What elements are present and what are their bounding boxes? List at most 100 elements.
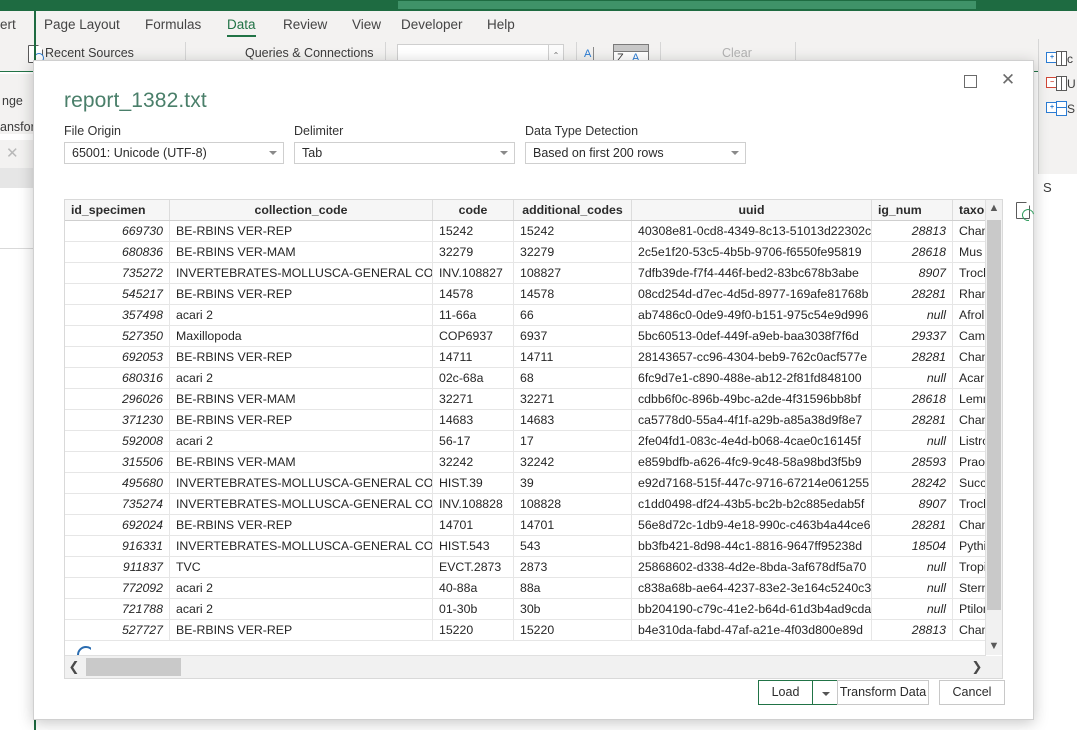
vertical-scroll-thumb[interactable] [987, 220, 1001, 610]
cancel-button[interactable]: Cancel [939, 680, 1005, 705]
chevron-down-icon [822, 692, 830, 696]
scroll-down-icon[interactable]: ▼ [986, 638, 1002, 655]
close-icon[interactable]: ✕ [991, 67, 1025, 93]
cell-ig_num: 28281 [872, 410, 953, 431]
column-header-ig_num[interactable]: ig_num [872, 200, 953, 221]
cell-id_specimen: 527350 [65, 326, 170, 347]
table-row[interactable]: 772092acari 240-88a88ac838a68b-ae64-4237… [65, 578, 1003, 599]
preview-vertical-scrollbar[interactable]: ▲ ▼ [985, 200, 1002, 655]
cell-additional_codes: 32271 [514, 389, 632, 410]
data-preview-grid[interactable]: id_specimencollection_codecodeadditional… [64, 199, 1003, 679]
table-row[interactable]: 315506BE-RBINS VER-MAM3224232242e859bdfb… [65, 452, 1003, 473]
column-header-id_specimen[interactable]: id_specimen [65, 200, 170, 221]
cell-ig_num: 28618 [872, 242, 953, 263]
table-row[interactable]: 680836BE-RBINS VER-MAM32279322792c5e1f20… [65, 242, 1003, 263]
cell-code: 14578 [433, 284, 514, 305]
cell-code: HIST.39 [433, 473, 514, 494]
table-header-row[interactable]: id_specimencollection_codecodeadditional… [65, 200, 1003, 221]
ribbon-tab-strip[interactable]: ert Page Layout Formulas Data Review Vie… [0, 11, 1077, 39]
chevron-down-icon[interactable] [731, 151, 739, 155]
column-header-uuid[interactable]: uuid [632, 200, 872, 221]
preview-horizontal-scrollbar[interactable]: ❮ ❯ [65, 655, 986, 678]
table-row[interactable]: 735272INVERTEBRATES-MOLLUSCA-GENERAL COL… [65, 263, 1003, 284]
cell-uuid: 2c5e1f20-53c5-4b5b-9706-f6550fe95819 [632, 242, 872, 263]
load-button[interactable]: Load [758, 680, 813, 705]
scroll-up-icon[interactable]: ▲ [986, 200, 1002, 217]
chevron-down-icon[interactable] [500, 151, 508, 155]
ribbon-tab-insert[interactable]: ert [0, 11, 22, 39]
cell-additional_codes: 6937 [514, 326, 632, 347]
cell-ig_num: 28618 [872, 389, 953, 410]
table-row[interactable]: 545217BE-RBINS VER-REP145781457808cd254d… [65, 284, 1003, 305]
dialog-title: report_1382.txt [64, 89, 207, 113]
cell-id_specimen: 916331 [65, 536, 170, 557]
column-header-additional_codes[interactable]: additional_codes [514, 200, 632, 221]
cell-id_specimen: 296026 [65, 389, 170, 410]
table-row[interactable]: 692053BE-RBINS VER-REP147111471128143657… [65, 347, 1003, 368]
table-row[interactable]: 721788acari 201-30b30bbb204190-c79c-41e2… [65, 599, 1003, 620]
load-dropdown-button[interactable] [812, 680, 839, 705]
table-row[interactable]: 735274INVERTEBRATES-MOLLUSCA-GENERAL COL… [65, 494, 1003, 515]
maximize-icon[interactable] [954, 68, 988, 94]
ribbon-tab-page-layout[interactable]: Page Layout [38, 11, 126, 39]
table-row[interactable]: 357498acari 211-66a66ab7486c0-0de9-49f0-… [65, 305, 1003, 326]
cell-additional_codes: 14701 [514, 515, 632, 536]
cell-uuid: 6fc9d7e1-c890-488e-ab12-2f81fd848100 [632, 368, 872, 389]
cell-collection_code: INVERTEBRATES-MOLLUSCA-GENERAL COLLECTIO… [170, 263, 433, 284]
horizontal-scroll-thumb[interactable] [86, 658, 181, 676]
table-row[interactable]: 911837TVCEVCT.2873287325868602-d338-4d2e… [65, 557, 1003, 578]
ribbon-tab-formulas[interactable]: Formulas [139, 11, 207, 39]
cell-ig_num: 8907 [872, 494, 953, 515]
cell-ig_num: null [872, 305, 953, 326]
table-row[interactable]: 692024BE-RBINS VER-REP147011470156e8d72c… [65, 515, 1003, 536]
cell-collection_code: acari 2 [170, 599, 433, 620]
cell-additional_codes: 32242 [514, 452, 632, 473]
file-origin-select[interactable]: 65001: Unicode (UTF-8) [64, 142, 284, 164]
ribbon-tab-view[interactable]: View [346, 11, 387, 39]
scroll-right-icon[interactable]: ❯ [968, 656, 986, 678]
cell-collection_code: Maxillopoda [170, 326, 433, 347]
cell-id_specimen: 495680 [65, 473, 170, 494]
cell-additional_codes: 39 [514, 473, 632, 494]
column-header-collection_code[interactable]: collection_code [170, 200, 433, 221]
column-header-code[interactable]: code [433, 200, 514, 221]
table-row[interactable]: 527727BE-RBINS VER-REP1522015220b4e310da… [65, 620, 1003, 641]
title-bar-search-strip [398, 1, 976, 9]
scroll-left-icon[interactable]: ❮ [65, 656, 83, 678]
cell-ig_num: 28281 [872, 515, 953, 536]
delimiter-value: Tab [302, 143, 492, 164]
ribbon-tab-review[interactable]: Review [277, 11, 333, 39]
cell-collection_code: BE-RBINS VER-REP [170, 347, 433, 368]
cell-code: 32279 [433, 242, 514, 263]
refresh-preview-icon[interactable] [1016, 202, 1033, 221]
cell-ig_num: 8907 [872, 263, 953, 284]
table-row[interactable]: 371230BE-RBINS VER-REP1468314683ca5778d0… [65, 410, 1003, 431]
delimiter-select[interactable]: Tab [294, 142, 515, 164]
table-row[interactable]: 592008acari 256-17172fe04fd1-083c-4e4d-b… [65, 431, 1003, 452]
data-type-detection-select[interactable]: Based on first 200 rows [525, 142, 746, 164]
transform-data-button[interactable]: Transform Data [837, 680, 929, 705]
cell-ig_num: null [872, 431, 953, 452]
subtotal-icon[interactable]: + [1046, 101, 1064, 117]
table-row[interactable]: 495680INVERTEBRATES-MOLLUSCA-GENERAL COL… [65, 473, 1003, 494]
ribbon-tab-data[interactable]: Data [221, 11, 262, 39]
ribbon-outline-group: + c − U + S [1038, 39, 1077, 174]
cell-id_specimen: 721788 [65, 599, 170, 620]
ungroup-rows-icon[interactable]: − [1046, 76, 1064, 92]
cancel-entry-icon[interactable]: ✕ [6, 144, 19, 162]
cell-uuid: 7dfb39de-f7f4-446f-bed2-83bc678b3abe [632, 263, 872, 284]
recent-sources-label[interactable]: Recent Sources [45, 46, 134, 60]
table-row[interactable]: 527350MaxillopodaCOP693769375bc60513-0de… [65, 326, 1003, 347]
table-row[interactable]: 680316acari 202c-68a686fc9d7e1-c890-488e… [65, 368, 1003, 389]
ribbon-tab-developer[interactable]: Developer [395, 11, 469, 39]
ribbon-tab-help[interactable]: Help [481, 11, 521, 39]
table-row[interactable]: 916331INVERTEBRATES-MOLLUSCA-GENERAL COL… [65, 536, 1003, 557]
group-rows-icon[interactable]: + [1046, 51, 1064, 67]
excel-title-bar [0, 0, 1077, 11]
table-row[interactable]: 296026BE-RBINS VER-MAM3227132271cdbb6f0c… [65, 389, 1003, 410]
queries-connections-label[interactable]: Queries & Connections [245, 46, 374, 60]
ungroup-bar [1056, 76, 1067, 91]
get-range-label: nge [2, 94, 23, 108]
chevron-down-icon[interactable] [269, 151, 277, 155]
table-row[interactable]: 669730BE-RBINS VER-REP152421524240308e81… [65, 221, 1003, 242]
